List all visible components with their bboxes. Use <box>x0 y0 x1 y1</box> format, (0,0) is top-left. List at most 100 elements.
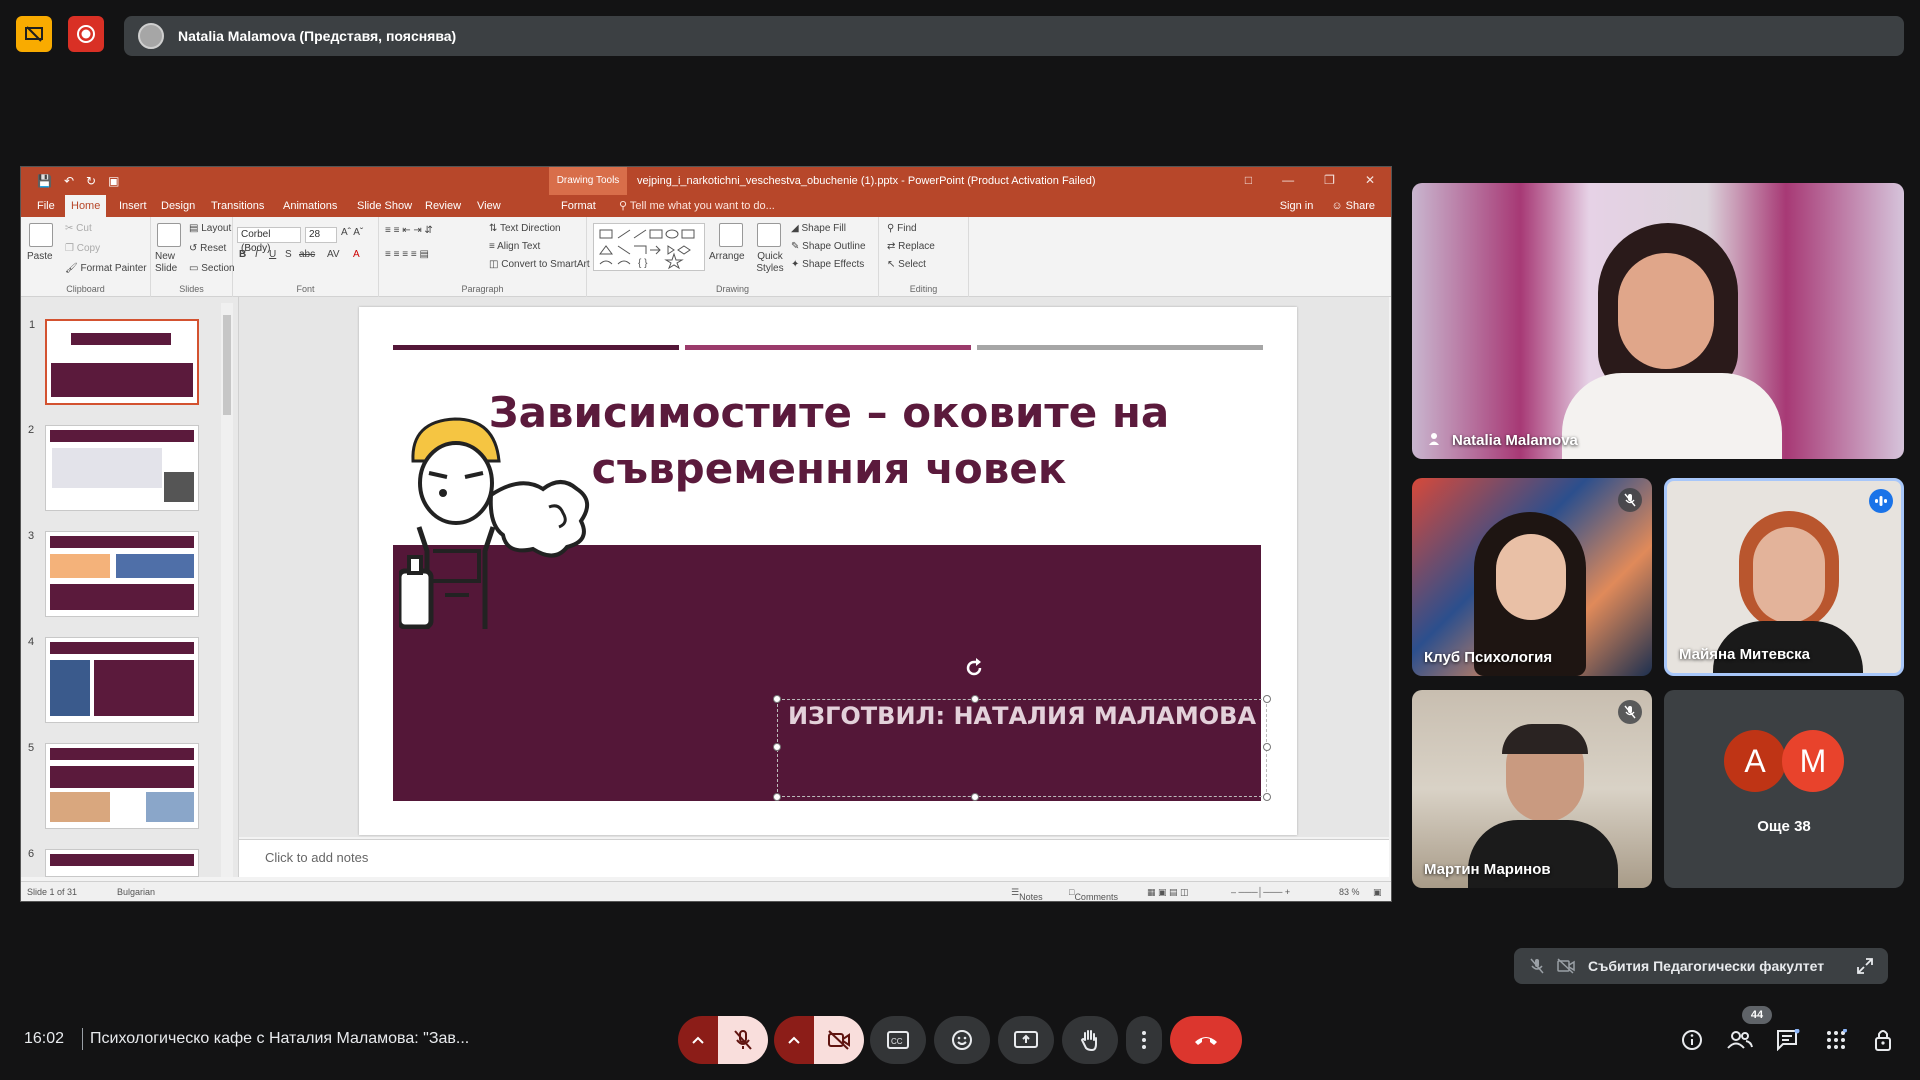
minimize-icon[interactable]: — <box>1282 173 1294 187</box>
recording-button[interactable] <box>68 16 104 52</box>
tell-me-search[interactable]: ⚲ Tell me what you want to do... <box>619 199 775 212</box>
convert-smartart-button[interactable]: ◫ Convert to SmartArt <box>489 259 590 270</box>
video-tile-mayana[interactable]: Майяна Митевска <box>1664 478 1904 676</box>
video-options-button[interactable] <box>774 1016 814 1064</box>
new-slide-icon[interactable] <box>157 223 181 247</box>
resize-handle[interactable] <box>773 695 781 703</box>
format-painter-button[interactable]: 🖌 Format Painter <box>65 263 147 274</box>
tab-file[interactable]: File <box>31 195 61 217</box>
slide-thumbnail[interactable]: 2 <box>28 424 199 511</box>
reset-button[interactable]: ↺ Reset <box>189 243 226 254</box>
grow-font-icon[interactable]: Aˆ Aˇ <box>341 227 363 238</box>
align-text-button[interactable]: ≡ Align Text <box>489 241 540 252</box>
quick-styles-button[interactable]: Quick Styles <box>753 251 787 275</box>
slide-thumbnail[interactable]: 3 <box>28 530 199 617</box>
text-direction-button[interactable]: ⇅ Text Direction <box>489 223 561 234</box>
shape-fill-button[interactable]: ◢ Shape Fill <box>791 223 846 234</box>
reactions-button[interactable] <box>934 1016 990 1064</box>
underline-icon[interactable]: U <box>269 249 276 260</box>
resize-handle[interactable] <box>773 743 781 751</box>
camera-toggle-button[interactable] <box>814 1016 864 1064</box>
tab-transitions[interactable]: Transitions <box>205 195 270 217</box>
present-screen-button[interactable] <box>998 1016 1054 1064</box>
fit-slide-icon[interactable]: ▣ <box>1373 887 1382 898</box>
font-color-icon[interactable]: A <box>353 249 360 260</box>
notes-toggle[interactable]: ☰ Notes <box>1011 887 1043 901</box>
self-view-pip[interactable]: Събития Педагогически факултет <box>1514 948 1888 984</box>
replace-button[interactable]: ⇄ Replace <box>887 241 935 252</box>
video-tile-martin[interactable]: Мартин Маринов <box>1412 690 1652 888</box>
bold-icon[interactable]: B <box>239 249 246 260</box>
leave-call-button[interactable] <box>1170 1016 1242 1064</box>
tab-insert[interactable]: Insert <box>113 195 153 217</box>
host-controls-button[interactable] <box>1868 1024 1900 1056</box>
paste-button[interactable]: Paste <box>27 251 53 262</box>
microphone-toggle-button[interactable] <box>718 1016 768 1064</box>
quick-styles-icon[interactable] <box>757 223 781 247</box>
zoom-slider[interactable]: – ───│─── + <box>1231 887 1290 897</box>
video-tile-natalia[interactable]: Natalia Malamova <box>1412 183 1904 459</box>
sign-in-link[interactable]: Sign in <box>1280 200 1314 212</box>
strikethrough-icon[interactable]: abc <box>299 249 315 260</box>
maximize-icon[interactable]: ❐ <box>1324 173 1335 187</box>
char-spacing-icon[interactable]: AV <box>327 249 340 260</box>
audio-options-button[interactable] <box>678 1016 718 1064</box>
thumbnails-scrollbar[interactable] <box>221 303 233 877</box>
shadow-icon[interactable]: S <box>285 249 292 260</box>
rotate-handle-icon[interactable] <box>963 657 985 679</box>
current-slide[interactable]: Зависимостите – оковите на съвременния ч… <box>359 307 1297 835</box>
cut-button[interactable]: ✂ Cut <box>65 223 92 234</box>
find-button[interactable]: ⚲ Find <box>887 223 917 234</box>
expand-icon[interactable] <box>1856 957 1874 975</box>
share-button[interactable]: ☺ Share <box>1331 200 1375 212</box>
tab-view[interactable]: View <box>471 195 507 217</box>
scrollbar-thumb[interactable] <box>223 315 231 415</box>
slide-thumbnail[interactable]: 6 <box>28 848 199 877</box>
slide-thumbnail[interactable]: 5 <box>28 742 199 829</box>
others-tile[interactable]: A M Още 38 <box>1664 690 1904 888</box>
zoom-level[interactable]: 83 % <box>1339 887 1360 897</box>
more-options-button[interactable] <box>1126 1016 1162 1064</box>
comments-toggle[interactable]: □ Comments <box>1069 887 1118 901</box>
captions-button[interactable]: CC <box>870 1016 926 1064</box>
shapes-gallery[interactable]: { } <box>593 223 705 271</box>
slide-thumbnail[interactable]: 1 <box>29 319 199 405</box>
font-name-select[interactable]: Corbel (Body) <box>237 227 301 254</box>
select-button[interactable]: ↖ Select <box>887 259 926 270</box>
align-icons[interactable]: ≡ ≡ ≡ ≡ ▤ <box>385 249 429 260</box>
font-size-select[interactable]: 28 <box>305 227 337 243</box>
meeting-details-button[interactable] <box>1676 1024 1708 1056</box>
layout-button[interactable]: ▤ Layout <box>189 223 231 234</box>
resize-handle[interactable] <box>773 793 781 801</box>
author-textbox-selected[interactable]: ИЗГОТВИЛ: НАТАЛИЯ МАЛАМОВА <box>777 699 1267 797</box>
new-slide-button[interactable]: New Slide <box>155 251 185 275</box>
raise-hand-button[interactable] <box>1062 1016 1118 1064</box>
tab-format[interactable]: Format <box>555 195 602 217</box>
activities-button[interactable] <box>1820 1024 1852 1056</box>
arrange-button[interactable]: Arrange <box>709 251 745 262</box>
shape-outline-button[interactable]: ✎ Shape Outline <box>791 241 866 252</box>
italic-icon[interactable]: I <box>255 249 258 260</box>
tab-animations[interactable]: Animations <box>277 195 343 217</box>
resize-handle[interactable] <box>971 695 979 703</box>
copy-button[interactable]: ❐ Copy <box>65 243 100 254</box>
tab-review[interactable]: Review <box>419 195 467 217</box>
resize-handle[interactable] <box>1263 695 1271 703</box>
people-button[interactable] <box>1724 1024 1756 1056</box>
resize-handle[interactable] <box>1263 793 1271 801</box>
redo-icon[interactable]: ↻ <box>86 174 96 188</box>
resize-handle[interactable] <box>971 793 979 801</box>
save-icon[interactable]: 💾 <box>37 174 52 188</box>
shape-effects-button[interactable]: ✦ Shape Effects <box>791 259 864 270</box>
video-tile-club[interactable]: Клуб Психология <box>1412 478 1652 676</box>
slide-thumbnail[interactable]: 4 <box>28 636 199 723</box>
chat-button[interactable] <box>1772 1024 1804 1056</box>
paste-icon[interactable] <box>29 223 53 247</box>
arrange-icon[interactable] <box>719 223 743 247</box>
view-buttons[interactable]: ▦ ▣ ▤ ◫ <box>1147 887 1189 898</box>
tab-slide-show[interactable]: Slide Show <box>351 195 418 217</box>
resize-handle[interactable] <box>1263 743 1271 751</box>
bullets-icon[interactable]: ≡ ≡ ⇤ ⇥ ⇵ <box>385 225 433 236</box>
start-slideshow-icon[interactable]: ▣ <box>108 174 119 188</box>
undo-icon[interactable]: ↶ <box>64 174 74 188</box>
